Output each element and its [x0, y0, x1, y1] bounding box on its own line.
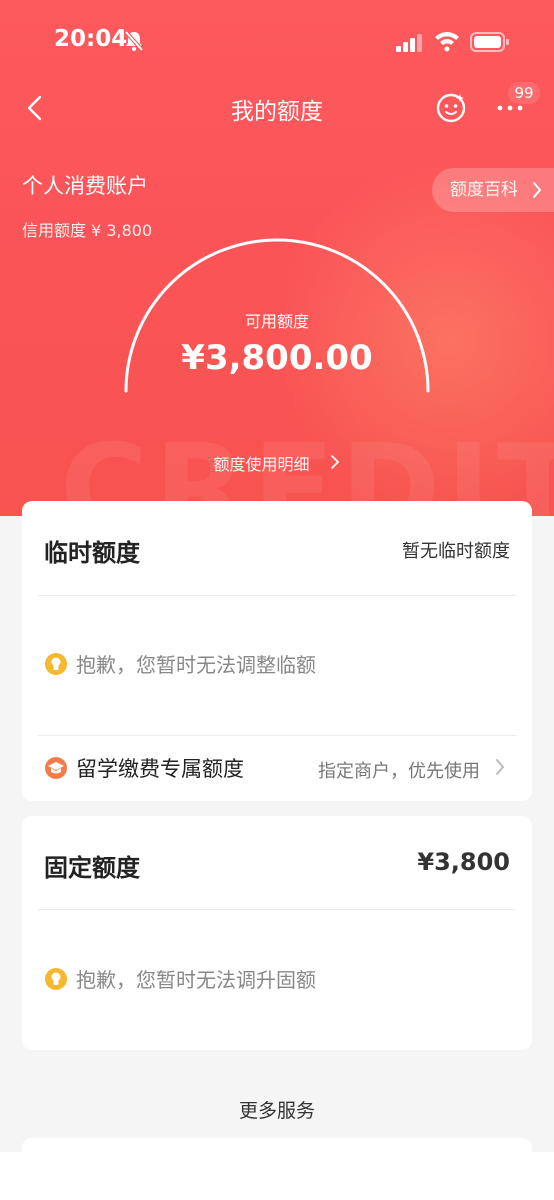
lightbulb-icon [44, 652, 68, 681]
status-time: 20:04 [54, 26, 128, 52]
more-services-heading: 更多服务 [238, 1100, 315, 1122]
fixed-limit-message: 抱歉，您暂时无法调升固额 [44, 964, 316, 996]
fixed-limit-message-text: 抱歉，您暂时无法调升固额 [76, 968, 316, 992]
divider [38, 735, 516, 736]
limit-usage-detail-label: 额度使用明细 [213, 455, 310, 474]
smiley-face-icon [436, 93, 466, 123]
divider [38, 909, 516, 910]
customer-service-button[interactable] [434, 90, 468, 128]
cellular-signal-icon [396, 34, 424, 56]
fixed-limit-amount: ¥3,800 [417, 848, 510, 876]
chevron-right-icon [531, 168, 543, 229]
available-limit-value: ¥3,800.00 [181, 338, 373, 378]
limit-wiki-label: 额度百科 [450, 180, 518, 200]
nav-bar: 我的额度 99 [0, 80, 554, 136]
more-services-card [22, 1138, 532, 1200]
status-bar: 20:04 [0, 20, 554, 64]
fixed-limit-title: 固定额度 [44, 854, 140, 882]
mute-bell-icon [124, 30, 144, 56]
graduation-cap-icon [44, 756, 68, 784]
notification-badge: 99 [508, 82, 540, 104]
account-title: 个人消费账户 [22, 174, 148, 198]
wifi-icon [434, 30, 460, 56]
fixed-limit-card: 固定额度 ¥3,800 抱歉，您暂时无法调升固额 [22, 816, 532, 1050]
available-limit-label: 可用额度 [244, 312, 309, 331]
temporary-limit-card: 临时额度 暂无临时额度 抱歉，您暂时无法调整临额 留学缴费专属额度 指定商户，优… [22, 501, 532, 801]
temporary-limit-message: 抱歉，您暂时无法调整临额 [44, 649, 316, 681]
study-abroad-limit-label: 留学缴费专属额度 [76, 757, 244, 781]
temporary-limit-message-text: 抱歉，您暂时无法调整临额 [76, 653, 316, 677]
chevron-right-icon [329, 455, 341, 474]
chevron-right-icon [494, 755, 506, 784]
temporary-limit-title: 临时额度 [44, 539, 140, 567]
limit-usage-detail-link[interactable]: 额度使用明细 [0, 451, 554, 475]
limit-wiki-button[interactable]: 额度百科 [432, 168, 554, 212]
lightbulb-icon [44, 967, 68, 996]
study-abroad-limit-row[interactable]: 留学缴费专属额度 指定商户，优先使用 [44, 751, 514, 785]
battery-icon [470, 32, 510, 56]
temporary-limit-status: 暂无临时额度 [402, 541, 510, 562]
page-title: 我的额度 [231, 99, 323, 125]
study-abroad-limit-hint: 指定商户，优先使用 [318, 761, 480, 782]
divider [38, 595, 516, 596]
